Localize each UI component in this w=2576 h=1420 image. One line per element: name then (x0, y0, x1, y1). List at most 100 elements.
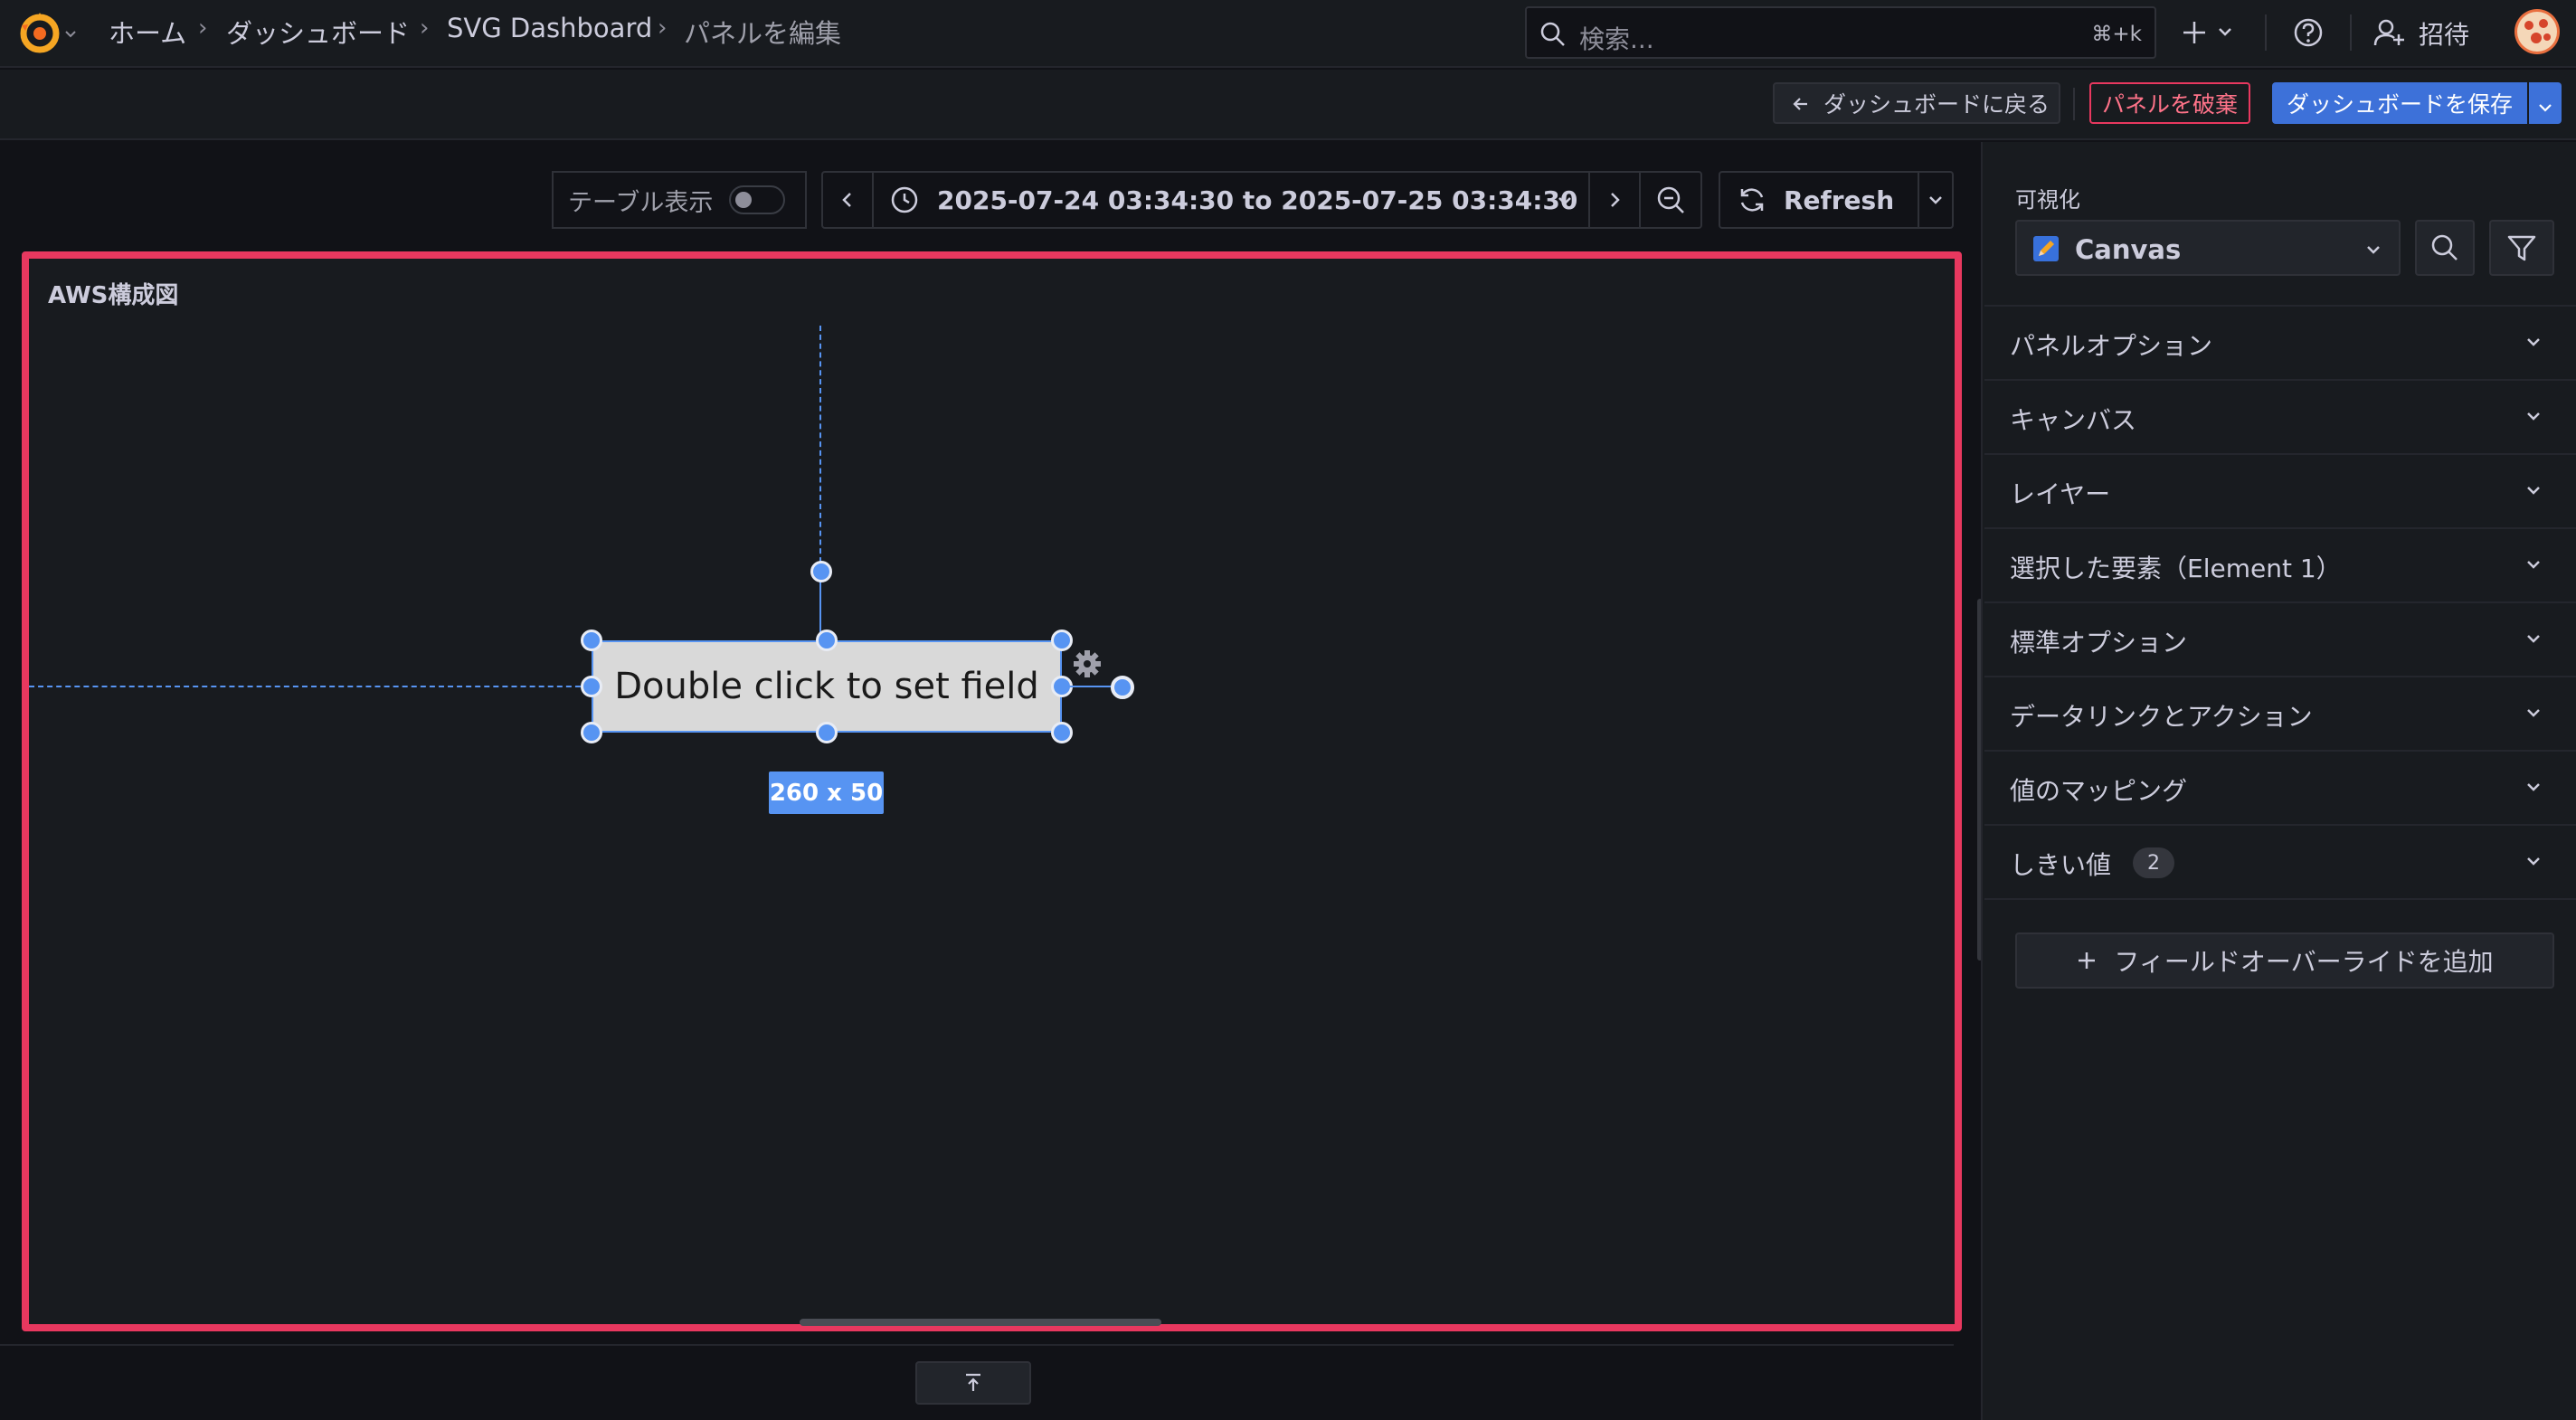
rotation-handle[interactable] (810, 561, 832, 582)
chevron-down-icon (2522, 627, 2545, 650)
chevron-down-icon (2522, 701, 2545, 724)
arrow-left-icon (1791, 93, 1811, 113)
vertical-guide-line (819, 326, 821, 572)
nav-divider (2265, 14, 2267, 51)
save-dashboard-label: ダッシュボードを保存 (2286, 91, 2513, 118)
resize-handle-top[interactable] (816, 630, 838, 651)
search-placeholder: 検索... (1579, 24, 1654, 54)
back-to-dashboard-button[interactable]: ダッシュボードに戻る (1773, 82, 2060, 124)
section-value-mappings[interactable]: 値のマッピング (1984, 752, 2576, 826)
discard-panel-button[interactable]: パネルを破棄 (2089, 82, 2250, 124)
top-nav: ホーム › ダッシュボード › SVG Dashboard › パネルを編集 検… (0, 0, 2576, 68)
section-layers[interactable]: レイヤー (1984, 455, 2576, 529)
canvas-element-text: Double click to set field (614, 666, 1039, 707)
add-field-override-label: フィールドオーバーライドを追加 (2114, 947, 2494, 977)
refresh-label: Refresh (1784, 185, 1895, 215)
refresh-icon (1737, 185, 1767, 215)
refresh-button[interactable]: Refresh (1719, 171, 1919, 229)
user-plus-icon (2373, 16, 2406, 49)
chevron-down-icon (1556, 192, 1574, 210)
add-field-override-button[interactable]: フィールドオーバーライドを追加 (2015, 932, 2554, 989)
chevron-down-icon (2522, 478, 2545, 502)
toggle-switch[interactable] (729, 185, 786, 214)
connection-line (1062, 686, 1113, 687)
zoom-out-button[interactable] (1639, 171, 1702, 229)
filter-icon (2506, 232, 2537, 263)
toggle-knob (735, 192, 753, 208)
section-label: パネルオプション (2010, 331, 2213, 361)
filter-options-button[interactable] (2489, 220, 2554, 276)
time-range-picker[interactable]: 2025-07-24 03:34:30 to 2025-07-25 03:34:… (872, 171, 1590, 229)
help-icon[interactable] (2292, 16, 2325, 49)
arrow-up-to-line-icon (962, 1372, 984, 1394)
refresh-interval-button[interactable] (1918, 171, 1954, 229)
section-label: キャンバス (2010, 405, 2137, 435)
table-view-label: テーブル表示 (568, 188, 714, 217)
section-thresholds[interactable]: しきい値 2 (1984, 826, 2576, 900)
breadcrumb-current: パネルを編集 (684, 18, 842, 49)
search-input[interactable]: 検索... ⌘+k (1525, 6, 2156, 59)
resize-handle-top-left[interactable] (581, 630, 602, 651)
section-panel-options[interactable]: パネルオプション (1984, 307, 2576, 381)
time-range-label: 2025-07-24 03:34:30 to 2025-07-25 03:34:… (937, 185, 1578, 215)
resize-handle-bottom[interactable] (816, 722, 838, 743)
add-new-button[interactable] (2182, 14, 2240, 51)
chevron-right-icon (1605, 191, 1624, 209)
expand-editor-button[interactable] (915, 1361, 1031, 1405)
search-icon (1539, 21, 1567, 48)
breadcrumb-home[interactable]: ホーム (109, 13, 186, 51)
chevron-down-icon (1927, 191, 1945, 209)
visualization-label: 可視化 (2015, 187, 2080, 213)
nav-divider (2350, 14, 2352, 51)
canvas-element[interactable]: Double click to set field (592, 640, 1062, 733)
resize-handle-top-right[interactable] (1051, 630, 1073, 651)
section-label: 選択した要素（Element 1） (2010, 554, 2342, 583)
section-standard-options[interactable]: 標準オプション (1984, 603, 2576, 677)
panel-title: AWS構成図 (48, 282, 179, 309)
visualization-value: Canvas (2075, 234, 2182, 265)
search-shortcut: ⌘+k (2091, 23, 2142, 46)
chevron-down-icon (2522, 849, 2545, 873)
resize-handle-left[interactable] (581, 676, 602, 697)
element-size-label: 260 x 50 (769, 779, 884, 807)
time-range-forward-button[interactable] (1588, 171, 1641, 229)
chevron-down-icon (2537, 95, 2553, 112)
back-to-dashboard-label: ダッシュボードに戻る (1823, 91, 2050, 118)
section-canvas[interactable]: キャンバス (1984, 381, 2576, 455)
resize-handle-bottom-right[interactable] (1051, 722, 1073, 743)
chevron-down-icon (2522, 404, 2545, 428)
section-selected-element[interactable]: 選択した要素（Element 1） (1984, 529, 2576, 603)
element-size-badge: 260 x 50 (769, 772, 884, 814)
section-data-links[interactable]: データリンクとアクション (1984, 677, 2576, 752)
grafana-logo-icon[interactable] (14, 7, 65, 58)
save-options-button[interactable] (2529, 82, 2562, 124)
visualization-picker[interactable]: Canvas (2015, 220, 2401, 276)
chevron-down-icon (2522, 330, 2545, 354)
horizontal-scrollbar[interactable] (800, 1319, 1161, 1326)
time-range-back-button[interactable] (821, 171, 874, 229)
chevron-down-icon[interactable] (63, 27, 78, 42)
gear-icon[interactable] (1071, 648, 1103, 680)
connection-anchor-handle[interactable] (1111, 676, 1134, 699)
search-options-button[interactable] (2415, 220, 2475, 276)
invite-button[interactable]: 招待 (2370, 13, 2478, 52)
zoom-out-icon (1655, 185, 1686, 215)
chevron-down-icon (2522, 775, 2545, 799)
avatar[interactable] (2514, 9, 2560, 54)
canvas-panel[interactable]: AWS構成図 Double click to set field 260 x 5… (22, 251, 1962, 1331)
section-label: 標準オプション (2010, 628, 2188, 658)
horizontal-guide-line (29, 686, 590, 687)
chevron-left-icon (838, 191, 857, 209)
save-dashboard-button[interactable]: ダッシュボードを保存 (2272, 82, 2527, 124)
search-icon (2430, 233, 2459, 262)
panel-edit-toolbar: ダッシュボードに戻る パネルを破棄 ダッシュボードを保存 (0, 70, 2576, 140)
chevron-down-icon (2522, 553, 2545, 576)
breadcrumb-dashboard[interactable]: SVG Dashboard (447, 13, 652, 43)
clock-icon (890, 185, 919, 214)
breadcrumb-dashboards[interactable]: ダッシュボード (226, 13, 410, 51)
chevron-down-icon (2364, 241, 2382, 259)
resize-handle-bottom-left[interactable] (581, 722, 602, 743)
editor-bottom-divider (0, 1344, 1954, 1346)
section-label: しきい値 (2010, 850, 2112, 880)
table-view-toggle[interactable]: テーブル表示 (552, 171, 807, 229)
